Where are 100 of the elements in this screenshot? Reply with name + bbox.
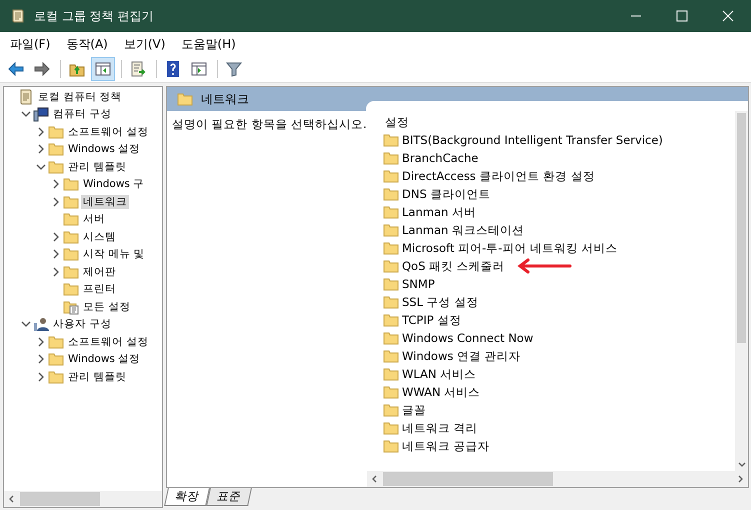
folder-icon xyxy=(63,264,79,280)
vertical-scrollbar[interactable] xyxy=(735,111,748,471)
chevron-right-icon[interactable] xyxy=(36,144,46,154)
setting-item[interactable]: QoS 패킷 스케줄러 xyxy=(402,258,505,274)
folder-icon xyxy=(63,176,79,192)
folder-icon xyxy=(383,384,399,400)
folder-icon xyxy=(383,150,399,166)
description-text: 설명이 필요한 항목을 선택하십시오. xyxy=(172,117,367,131)
tree-item[interactable]: 소프트웨어 설정 xyxy=(66,334,150,349)
folder-icon xyxy=(383,222,399,238)
tree-item[interactable]: 시스템 xyxy=(81,230,118,244)
scroll-right-icon[interactable] xyxy=(736,475,744,483)
folder-icon xyxy=(383,420,399,436)
chevron-right-icon[interactable] xyxy=(51,179,61,190)
window-title: 로컬 그룹 정책 편집기 xyxy=(34,8,154,24)
tree-item[interactable]: 모든 설정 xyxy=(81,300,132,314)
chevron-down-icon[interactable] xyxy=(21,319,31,330)
document-icon xyxy=(63,298,79,315)
menu-item[interactable]: 도움말(H) xyxy=(175,34,242,54)
scroll-left-icon[interactable] xyxy=(371,475,379,483)
panel-title: 네트워크 xyxy=(201,90,249,108)
scroll-icon xyxy=(18,88,34,105)
menu-item[interactable]: 보기(V) xyxy=(118,34,172,54)
scroll-down-icon[interactable] xyxy=(738,460,746,468)
setting-item[interactable]: TCPIP 설정 xyxy=(402,312,462,328)
folder-icon xyxy=(383,258,399,274)
chevron-right-icon[interactable] xyxy=(36,372,46,382)
tree-item[interactable]: 관리 템플릿 xyxy=(66,160,128,174)
tree-item[interactable]: 관리 템플릿 xyxy=(66,370,128,384)
chevron-right-icon[interactable] xyxy=(51,249,61,260)
setting-item[interactable]: WLAN 서비스 xyxy=(402,366,476,382)
computer-icon xyxy=(33,106,49,122)
folder-icon xyxy=(383,240,399,256)
chevron-right-icon[interactable] xyxy=(51,266,61,277)
tab[interactable]: 확장 xyxy=(164,488,210,506)
pane-icon[interactable] xyxy=(91,57,115,81)
setting-item[interactable]: SNMP xyxy=(402,277,435,291)
menu-item[interactable]: 파일(F) xyxy=(4,34,56,54)
chevron-right-icon[interactable] xyxy=(36,126,46,137)
chevron-right-icon[interactable] xyxy=(36,336,46,347)
setting-item[interactable]: 네트워크 격리 xyxy=(402,420,478,436)
tree-item[interactable]: Windows 설정 xyxy=(66,352,142,366)
setting-item[interactable]: DNS 클라이언트 xyxy=(402,186,490,202)
chevron-right-icon[interactable] xyxy=(51,196,61,207)
tree-item[interactable]: Windows 구 xyxy=(81,177,146,192)
tree-item[interactable]: 컴퓨터 구성 xyxy=(51,107,114,122)
tree-item[interactable]: 서버 xyxy=(81,212,107,226)
folder-icon xyxy=(383,168,399,184)
folder-icon xyxy=(177,91,193,107)
folder-icon xyxy=(383,132,399,148)
setting-item[interactable]: BranchCache xyxy=(402,151,478,165)
folder-icon xyxy=(48,124,64,140)
folder-icon xyxy=(48,158,64,175)
chevron-down-icon[interactable] xyxy=(21,109,31,120)
folder-icon xyxy=(63,246,79,262)
folder-icon xyxy=(48,334,64,350)
user-icon xyxy=(33,316,49,332)
scroll-icon xyxy=(10,8,26,24)
tree-item[interactable]: 소프트웨어 설정 xyxy=(66,124,150,139)
column-header[interactable]: 설정 xyxy=(383,115,735,131)
folder-icon xyxy=(383,276,399,292)
setting-item[interactable]: BITS(Background Intelligent Transfer Service) xyxy=(402,133,663,147)
setting-item[interactable]: DirectAccess 클라이언트 환경 설정 xyxy=(402,168,595,184)
folder-icon xyxy=(383,366,399,382)
tab[interactable]: 표준 xyxy=(206,488,252,506)
chevron-down-icon[interactable] xyxy=(36,162,46,172)
folder-icon xyxy=(63,228,79,245)
folder-icon xyxy=(383,312,399,328)
tree-item[interactable]: 네트워크 xyxy=(81,194,129,209)
tree-item[interactable]: 사용자 구성 xyxy=(51,317,114,332)
tree-item[interactable]: 프린터 xyxy=(81,282,118,296)
folder-icon xyxy=(383,294,399,310)
folder-icon xyxy=(383,204,399,220)
folder-icon xyxy=(383,330,399,346)
folder-icon xyxy=(383,402,399,418)
setting-item[interactable]: Lanman 서버 xyxy=(402,204,476,220)
setting-item[interactable]: 네트워크 공급자 xyxy=(402,438,490,454)
tree-item[interactable]: Windows 설정 xyxy=(66,142,142,156)
scroll-left-icon[interactable] xyxy=(8,495,16,503)
horizontal-scrollbar[interactable] xyxy=(367,471,748,487)
folder-icon xyxy=(63,194,79,210)
tree-item[interactable]: 제어판 xyxy=(81,264,118,279)
setting-item[interactable]: WWAN 서비스 xyxy=(402,384,480,400)
folder-icon xyxy=(63,211,79,228)
tree-item[interactable]: 시작 메뉴 및 xyxy=(81,247,147,262)
folder-icon xyxy=(63,281,79,298)
chevron-right-icon[interactable] xyxy=(36,354,46,364)
folder-icon xyxy=(48,368,64,385)
setting-item[interactable]: SSL 구성 설정 xyxy=(402,294,478,310)
folder-icon xyxy=(383,438,399,454)
setting-item[interactable]: Microsoft 피어-투-피어 네트워킹 서비스 xyxy=(402,240,618,256)
setting-item[interactable]: 글꼴 xyxy=(402,402,426,418)
chevron-right-icon[interactable] xyxy=(51,232,61,242)
menu-item[interactable]: 동작(A) xyxy=(60,34,114,54)
setting-item[interactable]: Lanman 워크스테이션 xyxy=(402,222,524,238)
tree-item[interactable]: 로컬 컴퓨터 정책 xyxy=(36,90,124,104)
setting-item[interactable]: Windows Connect Now xyxy=(402,331,534,345)
horizontal-scrollbar[interactable] xyxy=(4,491,162,507)
setting-item[interactable]: Windows 연결 관리자 xyxy=(402,348,521,364)
folder-icon xyxy=(383,348,399,364)
